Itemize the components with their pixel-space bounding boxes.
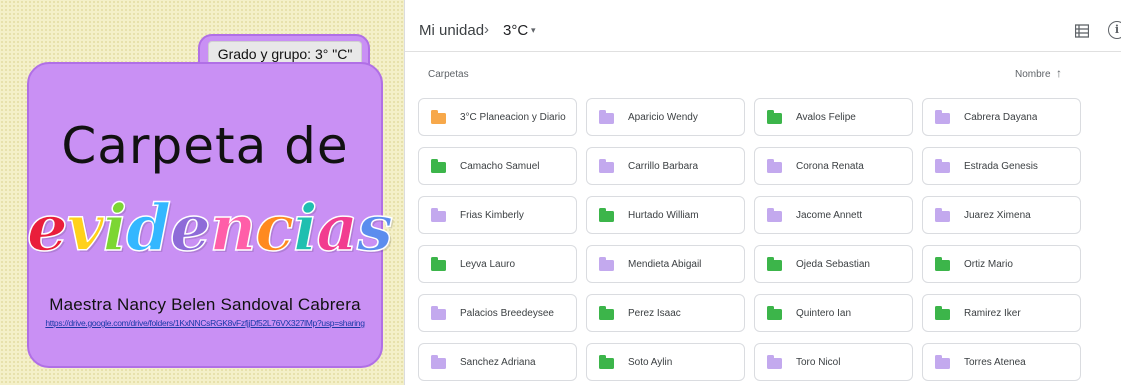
folder-name: Carrillo Barbara [628,160,699,172]
cover-word-letter: d [125,190,171,267]
folder-icon [767,256,782,271]
folder-name: 3°C Planeacion y Diario [460,111,566,123]
folder-icon [431,354,446,369]
drive-folder-view: Mi unidad › 3°C ▾ i Carpetas Nombre ↑ 3°… [405,0,1121,385]
folder-name: Juarez Ximena [964,209,1031,221]
folder-icon [935,256,950,271]
chevron-down-icon[interactable]: ▾ [531,25,536,36]
folder-icon [935,158,950,173]
cover-word-letter: c [254,190,294,267]
section-label-folders: Carpetas [428,69,469,80]
info-icon[interactable]: i [1108,21,1121,39]
sort-by-name-button[interactable]: Nombre [1015,69,1051,80]
folder-icon [935,109,950,124]
folder-tile[interactable]: Sanchez Adriana [418,343,577,381]
folder-name: Leyva Lauro [460,258,516,270]
cover-word-letter: i [292,190,318,267]
folder-name: Hurtado William [628,209,699,221]
folder-icon [935,354,950,369]
folder-tile[interactable]: Palacios Breedeysee [418,294,577,332]
folder-name: Palacios Breedeysee [460,307,554,319]
folder-name: Jacome Annett [796,209,863,221]
sort-arrow-up-icon[interactable]: ↑ [1056,66,1062,80]
folder-name: Frias Kimberly [460,209,524,221]
folder-tile[interactable]: Leyva Lauro [418,245,577,283]
folder-name: Perez Isaac [628,307,681,319]
folder-name: Aparicio Wendy [628,111,698,123]
folder-tile[interactable]: Torres Atenea [922,343,1081,381]
folder-name: Quintero Ian [796,307,852,319]
folder-name: Ramirez Iker [964,307,1021,319]
folder-icon [431,305,446,320]
folder-tile[interactable]: Juarez Ximena [922,196,1081,234]
folder-tile[interactable]: 3°C Planeacion y Diario [418,98,577,136]
folder-tile[interactable]: Carrillo Barbara [586,147,745,185]
folder-tile[interactable]: Ojeda Sebastian [754,245,913,283]
cover-title: Carpeta de [61,117,349,175]
breadcrumb-current-folder[interactable]: 3°C [503,22,528,39]
cover-word-letter: e [26,190,68,267]
folder-name: Torres Atenea [964,356,1026,368]
folder-name: Corona Renata [796,160,864,172]
cover-colorful-word: evidencias [26,187,393,271]
folder-name: Camacho Samuel [460,160,540,172]
folder-tile[interactable]: Frias Kimberly [418,196,577,234]
folder-icon [935,207,950,222]
folder-tile[interactable]: Quintero Ian [754,294,913,332]
folder-name: Cabrera Dayana [964,111,1038,123]
cover-word-letter: a [316,190,359,267]
folder-tile[interactable]: Avalos Felipe [754,98,913,136]
shared-folder-link[interactable]: https://drive.google.com/drive/folders/1… [27,318,383,328]
folder-tile[interactable]: Camacho Samuel [418,147,577,185]
folder-icon [599,256,614,271]
folder-tile[interactable]: Ramirez Iker [922,294,1081,332]
cover-word-letter: i [102,190,128,267]
folder-icon [431,256,446,271]
folder-icon [599,354,614,369]
folder-tile[interactable]: Corona Renata [754,147,913,185]
evidence-folder-cover: Grado y grupo: 3° "C" Carpeta de evidenc… [0,0,404,385]
folder-tile[interactable]: Ortiz Mario [922,245,1081,283]
folder-tile[interactable]: Aparicio Wendy [586,98,745,136]
teacher-name: Maestra Nancy Belen Sandoval Cabrera [49,295,361,314]
folder-icon [431,158,446,173]
folder-icon [935,305,950,320]
folder-icon [599,109,614,124]
folder-icon [431,207,446,222]
folder-tile[interactable]: Estrada Genesis [922,147,1081,185]
folder-tile[interactable]: Hurtado William [586,196,745,234]
folder-name: Avalos Felipe [796,111,856,123]
folder-icon [767,109,782,124]
folder-icon [599,305,614,320]
folder-icon [599,207,614,222]
folder-name: Sanchez Adriana [460,356,536,368]
folder-tile[interactable]: Jacome Annett [754,196,913,234]
breadcrumb-my-drive[interactable]: Mi unidad [419,22,484,39]
folder-name: Estrada Genesis [964,160,1038,172]
cover-word-letter: s [356,190,394,267]
folder-icon [767,207,782,222]
folder-tile[interactable]: Mendieta Abigail [586,245,745,283]
cover-word-letter: e [169,190,211,267]
folder-icon [767,305,782,320]
folder-tile[interactable]: Soto Aylin [586,343,745,381]
cover-word-letter: n [209,190,257,267]
folder-name: Ortiz Mario [964,258,1013,270]
folder-grid: 3°C Planeacion y Diario Aparicio Wendy Ava… [418,98,1081,381]
folder-name: Soto Aylin [628,356,673,368]
folder-tile[interactable]: Toro Nicol [754,343,913,381]
breadcrumb-separator-icon: › [484,21,489,38]
folder-tile[interactable]: Perez Isaac [586,294,745,332]
folder-icon [767,158,782,173]
folder-name: Toro Nicol [796,356,841,368]
folder-name: Mendieta Abigail [628,258,702,270]
cover-word-letter: v [66,190,105,267]
folder-name: Ojeda Sebastian [796,258,870,270]
drive-toolbar: Mi unidad › 3°C ▾ i [405,12,1121,52]
list-view-icon[interactable] [1075,24,1089,38]
folder-icon [767,354,782,369]
folder-tile[interactable]: Cabrera Dayana [922,98,1081,136]
folder-icon [431,109,446,124]
folder-icon [599,158,614,173]
